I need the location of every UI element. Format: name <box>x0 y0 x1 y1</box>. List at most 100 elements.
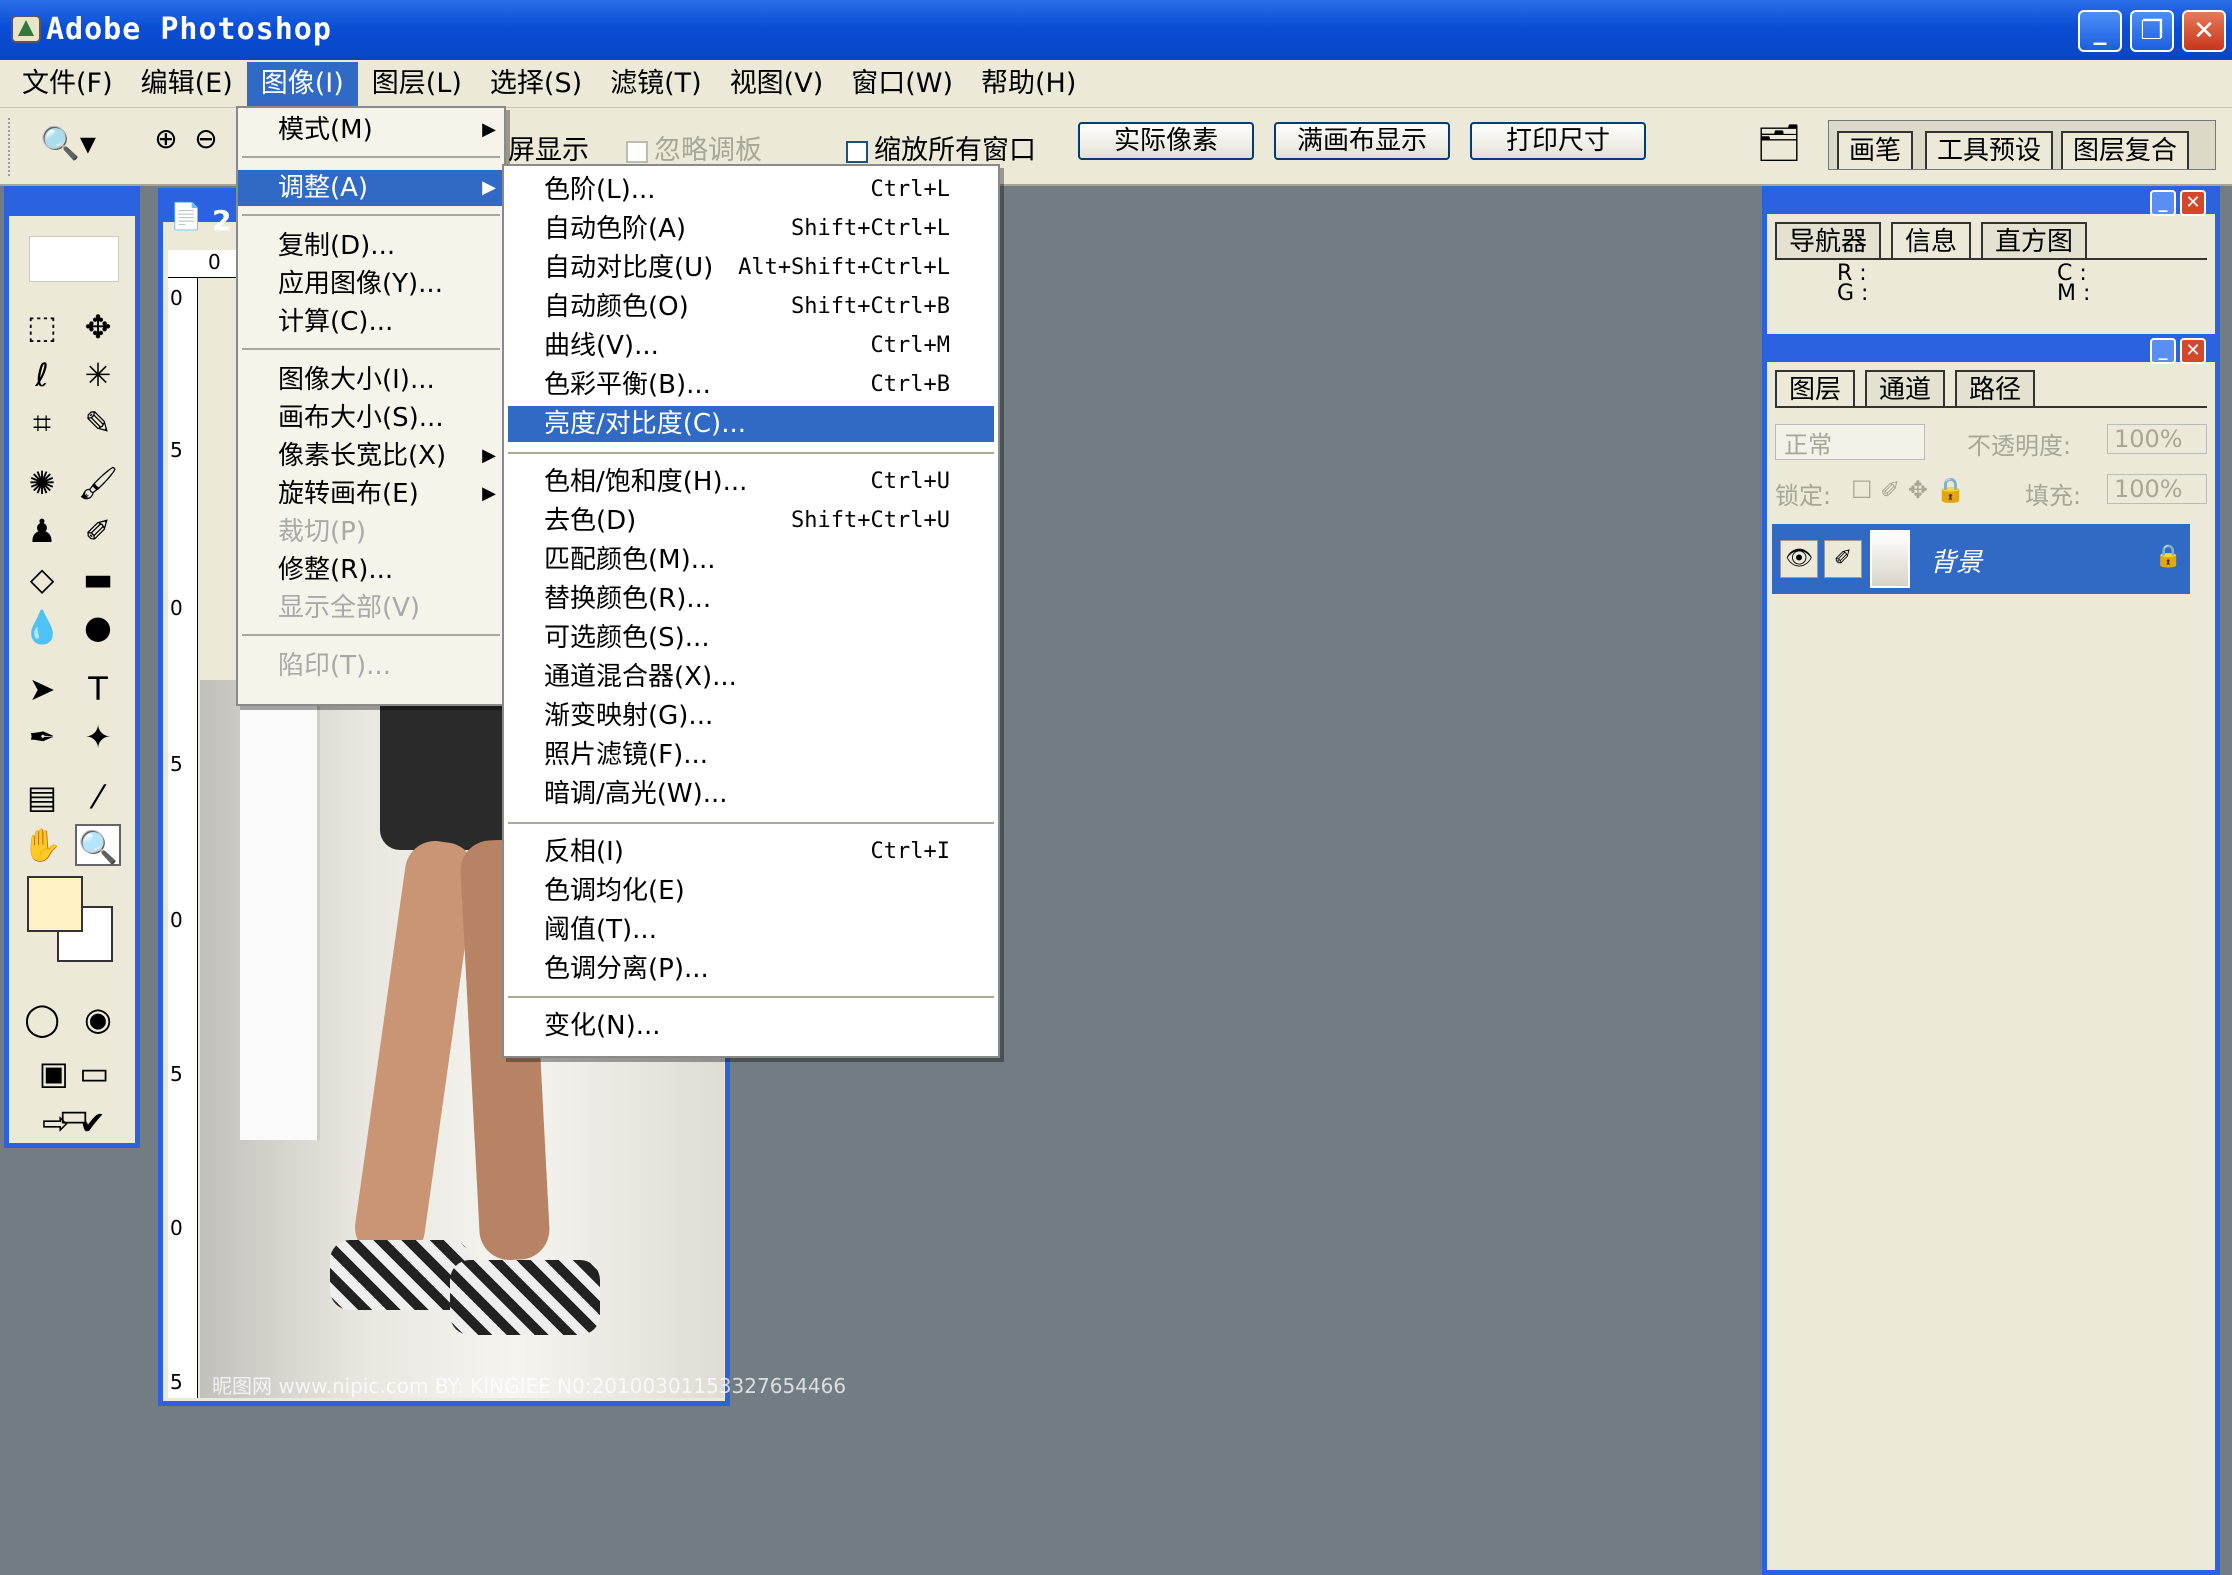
hand-tool-icon[interactable]: ✋ <box>19 824 65 866</box>
resize-windows-checkbox[interactable]: 缩放所有窗口 <box>846 128 1036 167</box>
menu-filter[interactable]: 滤镜(T) <box>596 62 716 106</box>
menu-item-match-color[interactable]: 匹配颜色(M)... <box>504 542 998 578</box>
menu-file[interactable]: 文件(F) <box>8 62 127 106</box>
tab-layers[interactable]: 图层 <box>1775 370 1856 406</box>
crop-tool-icon[interactable]: ⌗ <box>19 402 65 444</box>
menu-item-variations[interactable]: 变化(N)... <box>504 1008 998 1044</box>
jump-to-imageready-icon[interactable]: ⇨ ✔ <box>19 1102 129 1144</box>
zoom-tool-icon[interactable]: 🔍▾ <box>40 124 110 168</box>
maximize-button[interactable]: ❐ <box>2130 10 2174 52</box>
menu-item-trim[interactable]: 修整(R)... <box>238 552 504 588</box>
history-brush-icon[interactable]: ✐ <box>75 510 121 552</box>
tab-channels[interactable]: 通道 <box>1865 370 1946 406</box>
menu-view[interactable]: 视图(V) <box>716 62 838 106</box>
menu-item-channel-mixer[interactable]: 通道混合器(X)... <box>504 659 998 695</box>
ignore-palettes-checkbox[interactable]: 忽略调板 <box>626 128 762 167</box>
menu-item-adjustments[interactable]: 调整(A) ▶ <box>238 170 504 206</box>
zoom-tool-box-icon[interactable]: 🔍 <box>75 824 121 866</box>
blur-tool-icon[interactable]: 💧 <box>19 606 65 648</box>
menu-item-equalize[interactable]: 色调均化(E) <box>504 873 998 909</box>
menu-item-posterize[interactable]: 色调分离(P)... <box>504 951 998 987</box>
tab-paths[interactable]: 路径 <box>1955 370 2036 406</box>
tab-layer-comps[interactable]: 图层复合 <box>2061 131 2190 169</box>
opacity-input[interactable]: 100% <box>2107 424 2207 454</box>
zoom-in-icon[interactable]: ⊕ <box>146 122 186 166</box>
layers-panel-minimize-icon[interactable]: _ <box>2150 338 2176 364</box>
screen-mode-icons[interactable]: ▣ ▭ ▭ <box>19 1052 129 1134</box>
menu-item-shadow-highlight[interactable]: 暗调/高光(W)... <box>504 776 998 812</box>
menu-item-calculations[interactable]: 计算(C)... <box>238 304 504 340</box>
quick-mask-icon[interactable]: ◉ <box>75 998 121 1040</box>
gradient-tool-icon[interactable]: ▬ <box>75 558 121 600</box>
standard-mode-icon[interactable]: ◯ <box>19 998 65 1040</box>
menu-select[interactable]: 选择(S) <box>476 62 596 106</box>
close-button[interactable]: ✕ <box>2182 10 2226 52</box>
eye-icon[interactable]: 👁 <box>1780 540 1818 578</box>
tab-histogram[interactable]: 直方图 <box>1981 222 2088 258</box>
file-browser-icon[interactable]: 🗂 <box>1756 122 1802 164</box>
menu-item-auto-color[interactable]: 自动颜色(O) Shift+Ctrl+B <box>504 289 998 325</box>
panel-close-icon[interactable]: ✕ <box>2180 190 2206 216</box>
move-tool-icon[interactable]: ✥ <box>75 306 121 348</box>
fill-input[interactable]: 100% <box>2107 474 2207 504</box>
menu-image[interactable]: 图像(I) <box>246 61 358 106</box>
layer-row-background[interactable]: 👁 ✐ 背景 🔒 <box>1772 524 2190 594</box>
menu-item-selective-color[interactable]: 可选颜色(S)... <box>504 620 998 656</box>
dodge-tool-icon[interactable]: ● <box>75 606 121 648</box>
menu-window[interactable]: 窗口(W) <box>837 62 967 106</box>
menu-help[interactable]: 帮助(H) <box>967 62 1090 106</box>
menu-layer[interactable]: 图层(L) <box>358 62 476 106</box>
lasso-tool-icon[interactable]: ℓ <box>19 354 65 396</box>
menu-item-brightness-contrast[interactable]: 亮度/对比度(C)... <box>508 406 994 442</box>
menu-item-duplicate[interactable]: 复制(D)... <box>238 228 504 264</box>
menu-item-replace-color[interactable]: 替换颜色(R)... <box>504 581 998 617</box>
menu-item-auto-levels[interactable]: 自动色阶(A) Shift+Ctrl+L <box>504 211 998 247</box>
menu-edit[interactable]: 编辑(E) <box>127 62 247 106</box>
feather-logo-icon[interactable] <box>29 236 119 282</box>
notes-tool-icon[interactable]: ▤ <box>19 776 65 818</box>
brush-icon[interactable]: ✐ <box>1824 540 1862 578</box>
menu-item-pixel-aspect[interactable]: 像素长宽比(X) ▶ <box>238 438 504 474</box>
menu-item-auto-contrast[interactable]: 自动对比度(U) Alt+Shift+Ctrl+L <box>504 250 998 286</box>
layers-panel-close-icon[interactable]: ✕ <box>2180 338 2206 364</box>
menu-item-image-size[interactable]: 图像大小(I)... <box>238 362 504 398</box>
foreground-color-swatch[interactable] <box>27 876 83 932</box>
fit-on-screen-button[interactable]: 满画布显示 <box>1274 122 1450 160</box>
menu-item-color-balance[interactable]: 色彩平衡(B)... Ctrl+B <box>504 367 998 403</box>
menu-item-curves[interactable]: 曲线(V)... Ctrl+M <box>504 328 998 364</box>
magic-wand-icon[interactable]: ✳ <box>75 354 121 396</box>
menu-item-mode[interactable]: 模式(M) ▶ <box>238 112 504 148</box>
blend-mode-select[interactable]: 正常 <box>1775 424 1925 460</box>
marquee-tool-icon[interactable]: ⬚ <box>19 306 65 348</box>
pen-tool-icon[interactable]: ✒ <box>19 716 65 758</box>
print-size-button[interactable]: 打印尺寸 <box>1470 122 1646 160</box>
shape-tool-icon[interactable]: ✦ <box>75 716 121 758</box>
ruler-vertical[interactable]: 0 5 0 5 0 5 0 5 <box>168 278 198 1398</box>
menu-item-gradient-map[interactable]: 渐变映射(G)... <box>504 698 998 734</box>
actual-pixels-button[interactable]: 实际像素 <box>1078 122 1254 160</box>
minimize-button[interactable]: _ <box>2078 10 2122 52</box>
type-tool-icon[interactable]: T <box>75 668 121 710</box>
tab-tool-presets[interactable]: 工具预设 <box>1925 131 2054 169</box>
healing-brush-icon[interactable]: ✺ <box>19 462 65 504</box>
menu-item-hue-saturation[interactable]: 色相/饱和度(H)... Ctrl+U <box>504 464 998 500</box>
clone-stamp-icon[interactable]: ♟ <box>19 510 65 552</box>
menu-item-apply-image[interactable]: 应用图像(Y)... <box>238 266 504 302</box>
panel-minimize-icon[interactable]: _ <box>2150 190 2176 216</box>
menu-item-canvas-size[interactable]: 画布大小(S)... <box>238 400 504 436</box>
lock-options-icon[interactable]: ☐ ✐ ✥ 🔒 <box>1851 476 1966 504</box>
menu-item-threshold[interactable]: 阈值(T)... <box>504 912 998 948</box>
zoom-out-icon[interactable]: ⊖ <box>186 122 226 166</box>
eraser-tool-icon[interactable]: ◇ <box>19 558 65 600</box>
slice-tool-icon[interactable]: ✎ <box>75 402 121 444</box>
menu-item-invert[interactable]: 反相(I) Ctrl+I <box>504 834 998 870</box>
brush-tool-icon[interactable]: 🖌 <box>75 462 121 504</box>
tab-navigator[interactable]: 导航器 <box>1775 222 1882 258</box>
menu-item-desaturate[interactable]: 去色(D) Shift+Ctrl+U <box>504 503 998 539</box>
toolbar-grip[interactable] <box>8 118 14 176</box>
tab-brushes[interactable]: 画笔 <box>1837 131 1914 169</box>
menu-item-photo-filter[interactable]: 照片滤镜(F)... <box>504 737 998 773</box>
menu-item-rotate-canvas[interactable]: 旋转画布(E) ▶ <box>238 476 504 512</box>
tab-info[interactable]: 信息 <box>1891 222 1972 258</box>
menu-item-levels[interactable]: 色阶(L)... Ctrl+L <box>504 172 998 208</box>
